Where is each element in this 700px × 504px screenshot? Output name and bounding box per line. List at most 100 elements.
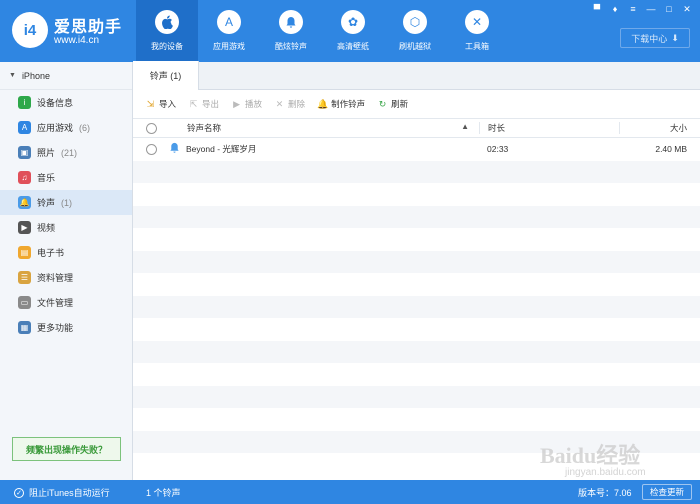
row-checkbox[interactable] [145, 143, 157, 155]
bell-icon [279, 10, 303, 34]
select-all-cell [133, 122, 169, 134]
message-icon[interactable]: ▀ [592, 4, 602, 15]
refresh-button[interactable]: ↻ 刷新 [377, 98, 408, 110]
maximize-icon[interactable]: □ [664, 4, 674, 15]
sidebar-item[interactable]: ▦ 更多功能 [0, 315, 132, 340]
device-header[interactable]: ▼ iPhone [0, 62, 132, 90]
table-row [133, 273, 700, 296]
sidebar-item[interactable]: A 应用游戏 (6) [0, 115, 132, 140]
table-row [133, 205, 700, 228]
apple-icon [155, 10, 179, 34]
window-controls: ▀ ♦ ≡ — □ ✕ [592, 4, 692, 15]
check-update-button[interactable]: 检查更新 [642, 484, 692, 500]
sidebar-item[interactable]: ▣ 照片 (21) [0, 140, 132, 165]
export-button[interactable]: ⇱ 导出 [188, 98, 219, 110]
main-panel: 铃声 (1) ⇲ 导入 ⇱ 导出 ▶ 播放 ✕ 删除 🔔 制作铃声 ↻ 刷新 铃声名称 ▲ 时长 大小… [133, 61, 700, 480]
sidebar-item[interactable]: i 设备信息 [0, 90, 132, 115]
table-row [133, 340, 700, 363]
select-all-checkbox[interactable] [145, 122, 157, 134]
brand-url: www.i4.cn [54, 35, 100, 46]
column-name[interactable]: 铃声名称 ▲ [169, 122, 479, 134]
sidebar-item[interactable]: ▤ 电子书 [0, 240, 132, 265]
sidebar-item-count: (1) [61, 197, 73, 208]
nav-label: 我的设备 [151, 42, 183, 51]
sidebar-item-label: 更多功能 [37, 323, 74, 333]
appstore-icon: A [217, 10, 241, 34]
nav-apps-games[interactable]: A 应用游戏 [198, 0, 260, 62]
sidebar-item-count: (6) [79, 122, 91, 133]
delete-icon: ✕ [275, 98, 284, 109]
sidebar-item[interactable]: ☰ 资料管理 [0, 265, 132, 290]
nav-my-device[interactable]: 我的设备 [136, 0, 198, 62]
nav-flash-jailbreak[interactable]: ⬡ 刷机越狱 [384, 0, 446, 62]
caret-down-icon: ▼ [9, 72, 16, 79]
column-size[interactable]: 大小 [619, 122, 699, 134]
download-center-button[interactable]: 下载中心 ⬇ [620, 28, 690, 48]
grid-icon: ▦ [18, 321, 31, 334]
table-row [133, 408, 700, 431]
column-duration[interactable]: 时长 [479, 122, 619, 134]
bell-icon: 🔔 [18, 196, 31, 209]
menu-icon[interactable]: ≡ [628, 4, 638, 15]
nav-wallpapers[interactable]: ✿ 高清壁纸 [322, 0, 384, 62]
version-label: 版本号：7.06 [578, 488, 632, 498]
download-center-label: 下载中心 [631, 33, 668, 44]
help-button[interactable]: 频繁出现操作失败？ [12, 437, 121, 461]
make-ringtone-icon: 🔔 [316, 98, 329, 109]
sidebar-item[interactable]: 🔔 铃声 (1) [0, 190, 132, 215]
ringtone-count: 1 个铃声 [146, 488, 181, 498]
sidebar: ▼ iPhone i 设备信息 A 应用游戏 (6) ▣ 照片 (21) ♫ 音乐 🔔 铃声 (1) ▶ 视… [0, 62, 133, 480]
table-row [133, 160, 700, 183]
toolbar-label: 导出 [202, 99, 220, 109]
sidebar-item[interactable]: ▭ 文件管理 [0, 290, 132, 315]
table-row [133, 228, 700, 251]
check-icon: ✓ [14, 487, 24, 498]
download-icon: ⬇ [671, 32, 679, 43]
sidebar-item[interactable]: ▶ 视频 [0, 215, 132, 240]
itunes-toggle[interactable]: ✓ 阻止iTunes自动运行 [14, 486, 110, 499]
skin-icon[interactable]: ♦ [610, 4, 620, 15]
minimize-icon[interactable]: — [646, 4, 656, 15]
status-bar: ✓ 阻止iTunes自动运行 1 个铃声 版本号：7.06 检查更新 [0, 480, 700, 504]
tab-ringtones[interactable]: 铃声 (1) [133, 61, 199, 90]
row-check-cell [133, 143, 169, 155]
sidebar-item-label: 音乐 [37, 173, 56, 183]
sidebar-item-label: 资料管理 [37, 273, 74, 283]
file-icon: ▭ [18, 296, 31, 309]
table-row [133, 183, 700, 206]
toolbar-label: 删除 [288, 99, 306, 109]
music-icon: ♫ [18, 171, 31, 184]
sidebar-item[interactable]: ♫ 音乐 [0, 165, 132, 190]
sidebar-list: i 设备信息 A 应用游戏 (6) ▣ 照片 (21) ♫ 音乐 🔔 铃声 (1) ▶ 视频 ▤ 电子书 ☰ 资料管… [0, 90, 132, 340]
play-icon: ▶ [233, 98, 240, 109]
info-icon: i [18, 96, 31, 109]
sidebar-item-label: 照片 [37, 148, 56, 158]
main-nav: 我的设备 A 应用游戏 酷炫铃声 ✿ 高清壁纸 ⬡ 刷机越狱 ✕ 工具箱 [136, 0, 508, 62]
make-ringtone-button[interactable]: 🔔 制作铃声 [317, 98, 365, 110]
row-name-cell: Beyond - 光辉岁月 [169, 142, 479, 156]
sidebar-item-label: 电子书 [37, 248, 65, 258]
nav-toolbox[interactable]: ✕ 工具箱 [446, 0, 508, 62]
sidebar-item-label: 铃声 [37, 198, 56, 208]
refresh-icon: ↻ [378, 98, 387, 109]
nav-label: 工具箱 [465, 42, 489, 51]
play-button[interactable]: ▶ 播放 [231, 98, 262, 110]
toolbar-label: 制作铃声 [331, 99, 366, 109]
toolbar: ⇲ 导入 ⇱ 导出 ▶ 播放 ✕ 删除 🔔 制作铃声 ↻ 刷新 [133, 90, 700, 118]
row-duration: 02:33 [487, 144, 509, 155]
brand-name: 爱思助手 [54, 19, 123, 36]
delete-button[interactable]: ✕ 删除 [274, 98, 305, 110]
appstore-icon: A [18, 121, 31, 134]
sidebar-item-label: 应用游戏 [37, 123, 74, 133]
row-size: 2.40 MB [655, 144, 687, 155]
close-icon[interactable]: ✕ [682, 4, 692, 15]
nav-ringtones[interactable]: 酷炫铃声 [260, 0, 322, 62]
book-icon: ▤ [18, 246, 31, 259]
contacts-icon: ☰ [18, 271, 31, 284]
table-row[interactable]: Beyond - 光辉岁月 02:33 2.40 MB [133, 138, 700, 161]
import-button[interactable]: ⇲ 导入 [145, 98, 176, 110]
sort-up-icon: ▲ [461, 122, 469, 131]
nav-label: 酷炫铃声 [275, 42, 307, 51]
table-row [133, 318, 700, 341]
app-header: i4 爱思助手 www.i4.cn 我的设备 A 应用游戏 酷炫铃声 ✿ 高清壁… [0, 0, 700, 62]
